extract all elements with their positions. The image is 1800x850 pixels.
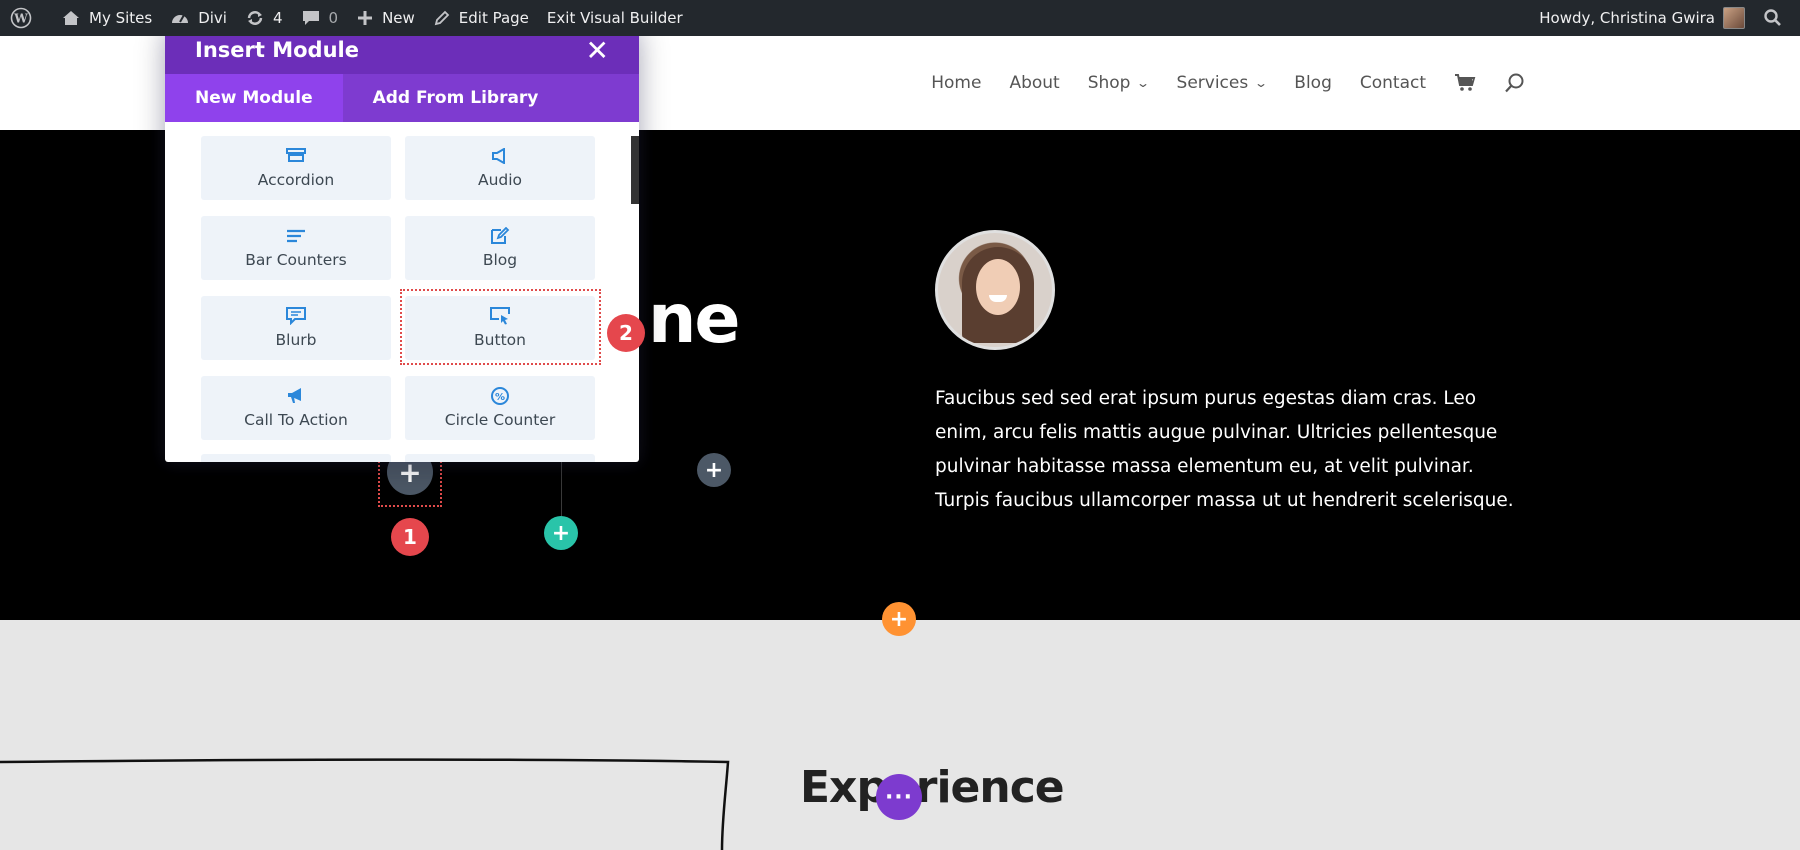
divi-menu[interactable]: Divi [161, 0, 236, 36]
avatar [1723, 7, 1745, 29]
svg-text:%: % [495, 392, 505, 403]
comment-icon [302, 11, 319, 25]
module-accordion[interactable]: Accordion [201, 136, 391, 200]
wordpress-logo-icon[interactable]: W [0, 0, 52, 36]
admin-search-icon[interactable] [1754, 0, 1800, 36]
add-row-button[interactable]: + [544, 516, 578, 550]
admin-bar: W My Sites Divi 4 0 New Edit Page Exit V… [0, 0, 1800, 36]
module-label: Bar Counters [245, 251, 347, 269]
nav-item-shop[interactable]: Shop ⌄ [1087, 73, 1151, 93]
nav-item-services[interactable]: Services ⌄ [1176, 73, 1269, 93]
nav-item-contact[interactable]: Contact [1360, 73, 1426, 93]
nav-label: Contact [1359, 73, 1426, 93]
hero-title: ne [648, 280, 741, 359]
module-partial [405, 454, 595, 462]
step-badge-2: 2 [607, 314, 645, 352]
pencil-icon [434, 10, 450, 26]
my-sites-label: My Sites [89, 9, 153, 27]
audio-icon [491, 147, 509, 165]
module-label: Blog [482, 251, 518, 269]
nav-item-blog[interactable]: Blog [1294, 73, 1332, 93]
plus-icon [358, 11, 373, 25]
chevron-down-icon: ⌄ [1136, 76, 1151, 90]
decorative-curve [0, 758, 730, 850]
module-label: Audio [477, 171, 523, 189]
account-greeting: Howdy, Christina Gwira [1539, 9, 1715, 27]
nav-label: Services [1176, 73, 1249, 93]
accordion-icon [286, 147, 306, 165]
insert-module-modal: Insert Module ✕ New Module Add From Libr… [165, 26, 639, 462]
nav-item-about[interactable]: About [1009, 73, 1059, 93]
my-sites-menu[interactable]: My Sites [52, 0, 161, 36]
plus-icon: + [551, 520, 571, 546]
module-blurb[interactable]: Blurb [201, 296, 391, 360]
blog-icon [490, 227, 510, 245]
edit-page-link[interactable]: Edit Page [424, 0, 538, 36]
module-call-to-action[interactable]: Call To Action [201, 376, 391, 440]
tab-label: Add From Library [372, 88, 539, 108]
module-label: Accordion [257, 171, 335, 189]
edit-page-label: Edit Page [458, 9, 529, 27]
circle-counter-icon: % [490, 387, 510, 405]
new-label: New [382, 9, 415, 27]
main-nav: Home About Shop ⌄ Services ⌄ Blog Contact [917, 36, 1540, 130]
module-audio[interactable]: Audio [405, 136, 595, 200]
updates-count: 4 [272, 9, 283, 27]
tab-new-module[interactable]: New Module [165, 74, 343, 122]
svg-text:W: W [13, 12, 28, 26]
add-module-button-column2[interactable]: + [697, 453, 731, 487]
nav-item-home[interactable]: Home [931, 73, 981, 93]
modal-tabs: New Module Add From Library [165, 74, 639, 122]
tab-add-from-library[interactable]: Add From Library [343, 74, 569, 122]
nav-label: Shop [1087, 73, 1131, 93]
plus-icon: + [889, 606, 909, 632]
page-settings-button[interactable]: ··· [876, 774, 922, 820]
chevron-down-icon: ⌄ [1254, 76, 1269, 90]
profile-photo [935, 230, 1055, 350]
module-partial [201, 454, 391, 462]
updates-menu[interactable]: 4 [236, 0, 292, 36]
account-menu[interactable]: Howdy, Christina Gwira [1530, 0, 1754, 36]
divi-label: Divi [198, 9, 227, 27]
step-badge-1: 1 [391, 518, 429, 556]
module-label: Circle Counter [444, 411, 556, 429]
comments-count: 0 [328, 9, 339, 27]
nav-label: Blog [1294, 73, 1332, 93]
module-bar-counters[interactable]: Bar Counters [201, 216, 391, 280]
add-section-button[interactable]: + [882, 602, 916, 636]
exit-visual-builder-link[interactable]: Exit Visual Builder [538, 0, 692, 36]
blurb-icon [286, 307, 306, 325]
comments-menu[interactable]: 0 [292, 0, 348, 36]
modal-title: Insert Module [195, 38, 359, 62]
nav-label: Home [931, 73, 982, 93]
bar-counters-icon [286, 227, 306, 245]
hero-paragraph: Faucibus sed sed erat ipsum purus egesta… [935, 388, 1514, 511]
plus-icon: + [704, 457, 724, 483]
module-label: Blurb [275, 331, 317, 349]
new-content-menu[interactable]: New [347, 0, 424, 36]
module-label: Call To Action [244, 411, 348, 429]
call-to-action-icon [286, 387, 306, 405]
module-circle-counter[interactable]: % Circle Counter [405, 376, 595, 440]
search-icon[interactable] [1504, 72, 1526, 94]
exit-builder-label: Exit Visual Builder [546, 9, 683, 27]
nav-label: About [1009, 73, 1060, 93]
section-title: Experience [800, 762, 1065, 813]
refresh-icon [247, 11, 263, 25]
highlight-box-step2 [400, 289, 601, 365]
module-blog[interactable]: Blog [405, 216, 595, 280]
modal-scrollbar[interactable] [631, 136, 639, 204]
dashboard-gauge-icon [172, 14, 189, 23]
house-icon [63, 11, 79, 25]
tab-label: New Module [195, 88, 313, 108]
cart-icon[interactable] [1454, 73, 1476, 93]
more-dots-icon: ··· [884, 784, 914, 810]
close-icon[interactable]: ✕ [586, 34, 609, 67]
